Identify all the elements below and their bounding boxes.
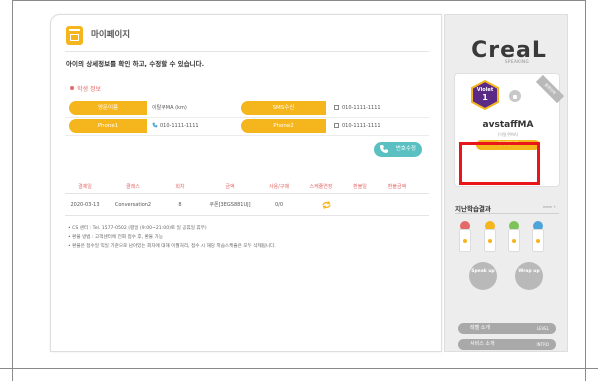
sms-value[interactable]: 010-1111-1111 [334,101,381,115]
phone-edit-icon [380,145,388,153]
past-results-title: 지난학습결과 [455,205,491,213]
payment-table-header: 결제일 클래스 회차 금액 사용/구매 스케쥴연장 환불일 환불금액 [65,181,429,193]
edit-number-button[interactable]: 번호수정 [374,142,422,157]
level-intro-button[interactable]: 레벨 소개 LEVEL [458,323,556,334]
table-header-divider [65,193,429,194]
service-intro-button[interactable]: 서비스 소개 INTRO [458,339,556,350]
cell-session: 8 [178,202,182,208]
window-frame-bottom [0,368,598,369]
col-schedule-extend: 스케쥴연장 [309,184,333,190]
ribbon-badge: 플랜전체 [535,74,565,104]
english-name-value: 이탈쿠MA (km) [152,105,187,111]
highlight-box [459,142,540,185]
sms-label: SMS수신 [241,101,326,115]
phone2-checkbox[interactable] [334,123,339,128]
info-divider [65,135,429,136]
cell-amount: 쿠폰[3EGS881UJ] [209,202,251,208]
phone-icon [152,122,158,128]
grade-number: 1 [482,93,488,102]
phone2-label: Phone2 [241,119,326,133]
bullet-icon [70,86,74,90]
level-intro-label: 레벨 소개 [470,325,490,331]
phone1-value: 010-1111-1111 [152,119,199,133]
logo-subtitle: SPEAKING [505,59,530,64]
student-info-label: 학생 정보 [77,86,101,93]
results-divider [455,213,559,214]
phone1-label: Phone1 [69,119,147,133]
col-payment-date: 결제일 [78,184,92,190]
result-vial[interactable] [484,229,496,252]
my-page-icon [66,26,83,45]
result-vial[interactable] [459,229,471,252]
student-info-heading: 학생 정보 [70,84,101,93]
page-title: 마이페이지 [91,30,131,40]
cell-use-purchase: 0/0 [274,202,284,208]
refund-method-note: • 환불 방법 : 고객센터에 전화 접수 후, 환불 가능 [68,235,163,240]
col-use-purchase: 사용/구매 [268,184,290,190]
username: avstaffMA [482,120,534,130]
title-divider [65,51,429,52]
table-row-divider [65,215,429,216]
col-refund-amount: 환불금액 [387,184,407,190]
cell-payment-date: 2020-03-13 [70,202,100,208]
wrap-up-button[interactable]: Wrap up [515,262,543,290]
main-panel: 마이페이지 아이의 상세정보를 확인 하고, 수정할 수 있습니다. 학생 정보… [50,14,442,352]
phone2-value[interactable]: 010-1111-1111 [334,119,381,133]
col-refund-date: 환불일 [353,184,367,190]
info-divider [65,117,429,118]
col-amount: 금액 [225,184,235,190]
level-tag: LEVEL [536,326,549,331]
col-class: 클래스 [126,184,140,190]
result-vial[interactable] [508,229,520,252]
refund-policy-note: • 환불은 접수일 익일 기준으로 남아있는 회차에 대해 이월처리, 접수 시… [68,244,276,249]
intro-tag: INTRO [536,342,549,347]
speak-up-button[interactable]: Speak up [469,262,497,290]
col-session: 회차 [175,184,185,190]
service-intro-label: 서비스 소개 [470,341,495,347]
lock-icon [509,90,521,102]
phone2-number: 010-1111-1111 [342,123,381,129]
grade-label: Violet 1 [473,87,497,103]
schedule-extend-icon[interactable] [322,201,331,209]
more-link[interactable]: more + [543,205,556,209]
result-vial[interactable] [532,229,544,252]
edit-number-label: 번호수정 [395,146,416,152]
cell-class: Conversation2 [114,202,152,208]
page-description: 아이의 상세정보를 확인 하고, 수정할 수 있습니다. [66,60,205,68]
cs-center-note: • CS 센터 : Tel. 1577-0502 (평일 (9:00~21:00… [68,226,207,231]
phone1-number: 010-1111-1111 [160,123,199,129]
sms-number: 010-1111-1111 [342,105,381,111]
username-sub: (이탈쿠MA) [497,132,519,137]
english-name-label: 영문이름 [69,101,147,115]
sms-checkbox[interactable] [334,105,339,110]
